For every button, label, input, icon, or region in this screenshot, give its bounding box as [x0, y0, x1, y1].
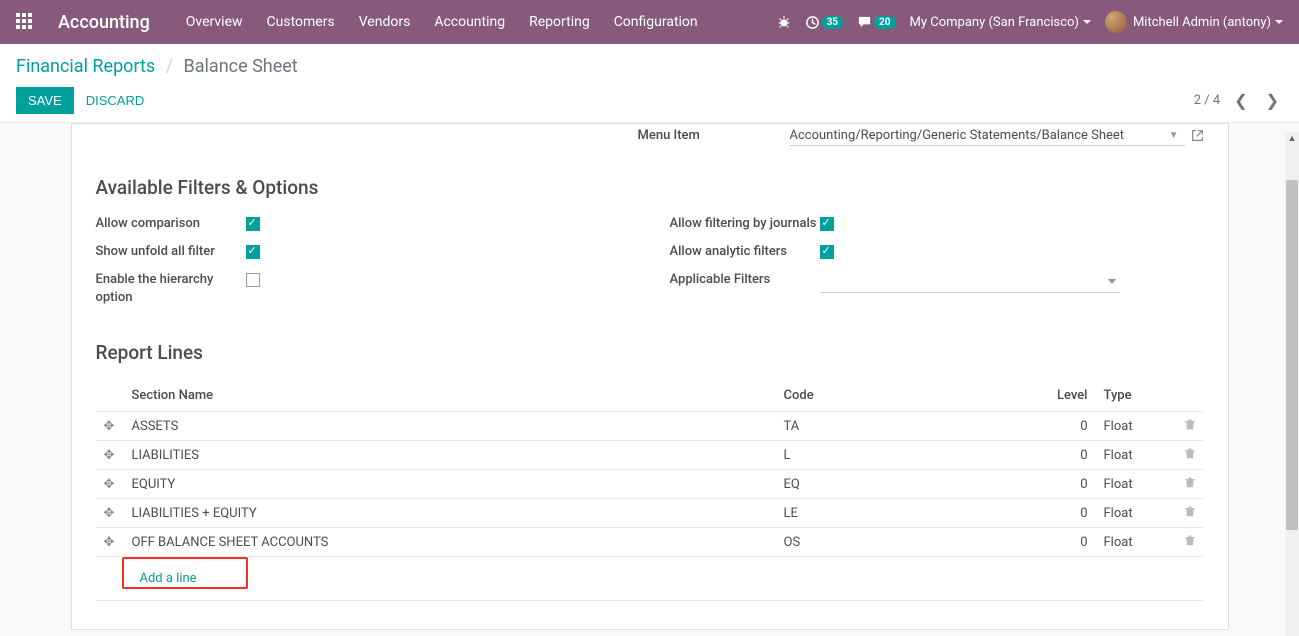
row-type: Float: [1096, 528, 1176, 557]
table-row[interactable]: LIABILITIESL0Float: [96, 441, 1204, 470]
menu-customers[interactable]: Customers: [267, 14, 335, 30]
breadcrumb-parent[interactable]: Financial Reports: [16, 56, 155, 77]
menu-item-field[interactable]: Accounting/Reporting/Generic Statements/…: [790, 128, 1185, 146]
row-name: LIABILITIES + EQUITY: [124, 499, 776, 528]
company-selector[interactable]: My Company (San Francisco): [910, 15, 1091, 30]
row-level: 0: [1036, 499, 1096, 528]
pager-next-icon[interactable]: ❯: [1262, 87, 1283, 114]
menu-configuration[interactable]: Configuration: [614, 14, 698, 30]
row-code: LE: [776, 499, 1036, 528]
table-row[interactable]: LIABILITIES + EQUITYLE0Float: [96, 499, 1204, 528]
opt-show-unfold-checkbox[interactable]: [246, 245, 260, 259]
drag-handle-icon[interactable]: [104, 419, 115, 434]
discard-button[interactable]: DISCARD: [86, 93, 145, 108]
row-code: L: [776, 441, 1036, 470]
row-name: OFF BALANCE SHEET ACCOUNTS: [124, 528, 776, 557]
main-menu: Overview Customers Vendors Accounting Re…: [186, 14, 698, 30]
scroll-up-icon[interactable]: ▲: [1285, 132, 1299, 146]
report-lines-heading: Report Lines: [96, 341, 1204, 364]
breadcrumb-current: Balance Sheet: [184, 56, 298, 77]
avatar: [1105, 11, 1127, 33]
opt-applicable-filters-label: Applicable Filters: [670, 271, 820, 289]
form-sheet: Menu Item Accounting/Reporting/Generic S…: [71, 123, 1229, 630]
opt-journals-label: Allow filtering by journals: [670, 215, 820, 233]
app-brand[interactable]: Accounting: [58, 12, 150, 33]
table-row[interactable]: EQUITYEQ0Float: [96, 470, 1204, 499]
row-name: ASSETS: [124, 412, 776, 441]
col-section-name: Section Name: [124, 380, 776, 412]
apps-icon[interactable]: [16, 13, 34, 31]
discuss-badge: 20: [874, 16, 895, 29]
row-code: TA: [776, 412, 1036, 441]
opt-analytic-label: Allow analytic filters: [670, 243, 820, 261]
col-type: Type: [1096, 380, 1176, 412]
drag-handle-icon[interactable]: [104, 506, 115, 521]
chevron-down-icon: ▼: [1169, 130, 1179, 141]
opt-hierarchy-checkbox[interactable]: [246, 273, 260, 287]
row-type: Float: [1096, 412, 1176, 441]
opt-show-unfold-label: Show unfold all filter: [96, 243, 246, 261]
row-type: Float: [1096, 499, 1176, 528]
top-navbar: Accounting Overview Customers Vendors Ac…: [0, 0, 1299, 44]
page-scrollbar-thumb[interactable]: [1286, 180, 1298, 530]
delete-row-icon[interactable]: [1184, 506, 1196, 521]
menu-overview[interactable]: Overview: [186, 14, 243, 30]
user-name: Mitchell Admin (antony): [1133, 15, 1271, 30]
external-link-icon[interactable]: [1191, 129, 1204, 146]
breadcrumb: Financial Reports / Balance Sheet: [16, 56, 298, 77]
control-bar: Financial Reports / Balance Sheet SAVE D…: [0, 44, 1299, 123]
menu-vendors[interactable]: Vendors: [359, 14, 411, 30]
table-row[interactable]: OFF BALANCE SHEET ACCOUNTSOS0Float: [96, 528, 1204, 557]
breadcrumb-separator: /: [166, 56, 173, 77]
drag-handle-icon[interactable]: [104, 448, 115, 463]
debug-icon[interactable]: [777, 15, 791, 29]
options-left-column: Allow comparison Show unfold all filter …: [96, 215, 630, 315]
menu-item-label: Menu Item: [638, 128, 788, 143]
menu-item-value: Accounting/Reporting/Generic Statements/…: [790, 128, 1163, 143]
delete-row-icon[interactable]: [1184, 448, 1196, 463]
row-code: OS: [776, 528, 1036, 557]
row-name: EQUITY: [124, 470, 776, 499]
row-level: 0: [1036, 412, 1096, 441]
col-code: Code: [776, 380, 1036, 412]
pager-counter[interactable]: 2 / 4: [1194, 93, 1220, 108]
activities-badge: 35: [822, 16, 843, 29]
opt-applicable-filters-dropdown[interactable]: [820, 273, 1120, 293]
chevron-down-icon: [1275, 20, 1283, 24]
row-type: Float: [1096, 441, 1176, 470]
options-right-column: Allow filtering by journals Allow analyt…: [670, 215, 1204, 315]
menu-accounting[interactable]: Accounting: [434, 14, 505, 30]
table-row[interactable]: ASSETSTA0Float: [96, 412, 1204, 441]
report-lines-table: Section Name Code Level Type ASSETSTA0Fl…: [96, 380, 1204, 601]
delete-row-icon[interactable]: [1184, 419, 1196, 434]
pager-prev-icon[interactable]: ❮: [1230, 87, 1251, 114]
row-code: EQ: [776, 470, 1036, 499]
filters-heading: Available Filters & Options: [96, 176, 1204, 199]
delete-row-icon[interactable]: [1184, 535, 1196, 550]
drag-handle-icon[interactable]: [104, 535, 115, 550]
activities-icon[interactable]: 35: [805, 15, 843, 30]
opt-journals-checkbox[interactable]: [820, 217, 834, 231]
user-menu[interactable]: Mitchell Admin (antony): [1105, 11, 1283, 33]
delete-row-icon[interactable]: [1184, 477, 1196, 492]
opt-allow-comparison-checkbox[interactable]: [246, 217, 260, 231]
row-type: Float: [1096, 470, 1176, 499]
row-level: 0: [1036, 441, 1096, 470]
pager: 2 / 4 ❮ ❯: [1194, 87, 1283, 114]
row-level: 0: [1036, 528, 1096, 557]
add-line-button[interactable]: Add a line: [132, 563, 205, 594]
menu-reporting[interactable]: Reporting: [529, 14, 590, 30]
opt-hierarchy-label: Enable the hierarchy option: [96, 271, 246, 307]
row-level: 0: [1036, 470, 1096, 499]
row-name: LIABILITIES: [124, 441, 776, 470]
save-button[interactable]: SAVE: [16, 87, 74, 114]
chevron-down-icon: [1083, 20, 1091, 24]
opt-allow-comparison-label: Allow comparison: [96, 215, 246, 233]
company-name: My Company (San Francisco): [910, 15, 1079, 30]
opt-analytic-checkbox[interactable]: [820, 245, 834, 259]
discuss-icon[interactable]: 20: [857, 15, 895, 30]
col-level: Level: [1036, 380, 1096, 412]
drag-handle-icon[interactable]: [104, 477, 115, 492]
